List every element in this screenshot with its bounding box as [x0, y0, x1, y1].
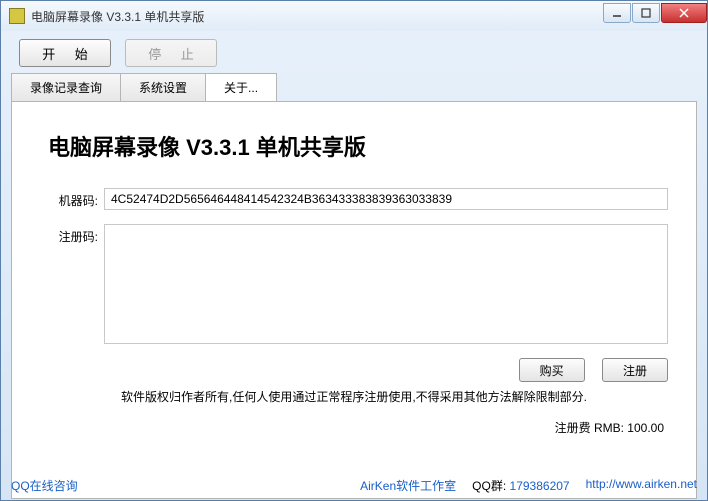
- action-buttons: 购买 注册: [104, 358, 668, 382]
- start-button[interactable]: 开 始: [19, 39, 111, 67]
- register-button[interactable]: 注册: [602, 358, 668, 382]
- footer: QQ在线咨询 AirKen软件工作室 QQ群: 179386207 http:/…: [11, 477, 697, 494]
- buy-button[interactable]: 购买: [519, 358, 585, 382]
- copyright-text: 软件版权归作者所有,任何人使用通过正常程序注册使用,不得采用其他方法解除限制部分…: [40, 388, 668, 405]
- minimize-button[interactable]: [603, 3, 631, 23]
- website-link[interactable]: http://www.airken.net: [586, 477, 697, 494]
- toolbar: 开 始 停 止: [1, 31, 707, 73]
- window-controls: [602, 3, 707, 23]
- close-button[interactable]: [661, 3, 707, 23]
- about-heading: 电脑屏幕录像 V3.3.1 单机共享版: [48, 130, 668, 162]
- qq-group: QQ群: 179386207: [472, 477, 569, 494]
- machine-code-label: 机器码:: [40, 188, 98, 209]
- tab-bar: 录像记录查询 系统设置 关于...: [1, 73, 707, 101]
- qq-group-number[interactable]: 179386207: [510, 479, 570, 493]
- reg-code-input[interactable]: [104, 224, 668, 344]
- qq-group-label: QQ群:: [472, 479, 506, 493]
- maximize-button[interactable]: [632, 3, 660, 23]
- footer-right: AirKen软件工作室 QQ群: 179386207 http://www.ai…: [360, 477, 697, 494]
- stop-button: 停 止: [125, 39, 217, 67]
- tab-records[interactable]: 录像记录查询: [11, 73, 121, 101]
- reg-code-label: 注册码:: [40, 224, 98, 245]
- qq-consult-link[interactable]: QQ在线咨询: [11, 477, 78, 494]
- titlebar: 电脑屏幕录像 V3.3.1 单机共享版: [1, 1, 707, 31]
- tab-settings[interactable]: 系统设置: [120, 73, 206, 101]
- fee-text: 注册费 RMB: 100.00: [40, 419, 668, 436]
- tab-about[interactable]: 关于...: [205, 73, 277, 101]
- app-icon: [9, 8, 25, 24]
- app-window: 电脑屏幕录像 V3.3.1 单机共享版 开 始 停 止 录像记录查询 系统设置 …: [0, 0, 708, 501]
- machine-code-row: 机器码:: [40, 188, 668, 210]
- reg-code-row: 注册码:: [40, 224, 668, 344]
- about-panel: 电脑屏幕录像 V3.3.1 单机共享版 机器码: 注册码: 购买 注册 软件版权…: [11, 101, 697, 499]
- machine-code-input[interactable]: [104, 188, 668, 210]
- window-title: 电脑屏幕录像 V3.3.1 单机共享版: [31, 8, 602, 25]
- studio-link[interactable]: AirKen软件工作室: [360, 477, 456, 494]
